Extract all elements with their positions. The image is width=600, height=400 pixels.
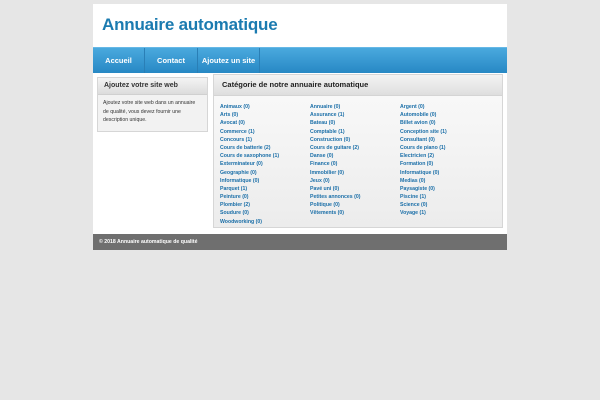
category-link[interactable]: Argent (0)	[400, 103, 488, 111]
category-link[interactable]: Immobilier (0)	[310, 169, 398, 177]
category-link[interactable]: Woodworking (0)	[220, 218, 308, 226]
main-nav: Accueil Contact Ajoutez un site	[93, 47, 507, 73]
category-link[interactable]: Conception site (1)	[400, 128, 488, 136]
category-link[interactable]: Exterminateur (0)	[220, 160, 308, 168]
category-link[interactable]: Geographie (0)	[220, 169, 308, 177]
page-container: Annuaire automatique Accueil Contact Ajo…	[93, 4, 507, 250]
category-link[interactable]: Voyage (1)	[400, 209, 488, 217]
category-link[interactable]: Concours (1)	[220, 136, 308, 144]
categories-title: Catégorie de notre annuaire automatique	[214, 75, 502, 96]
sidebar-add-site-box: Ajoutez votre site web Ajoutez votre sit…	[97, 77, 208, 132]
nav-home[interactable]: Accueil	[93, 48, 145, 73]
category-link[interactable]: Automobile (0)	[400, 111, 488, 119]
category-link[interactable]: Cours de saxophone (1)	[220, 152, 308, 160]
categories-panel: Catégorie de notre annuaire automatique …	[213, 74, 503, 228]
category-link[interactable]: Petites annonces (0)	[310, 193, 398, 201]
category-column-2: Annuaire (0) Assurance (1) Bateau (0) Compt…	[310, 103, 398, 218]
category-link[interactable]: Annuaire (0)	[310, 103, 398, 111]
category-link[interactable]: Finance (0)	[310, 160, 398, 168]
footer: © 2018 Annuaire automatique de qualité	[93, 234, 507, 250]
category-link[interactable]: Informatique (0)	[220, 177, 308, 185]
category-link[interactable]: Plombier (2)	[220, 201, 308, 209]
category-link[interactable]: Construction (0)	[310, 136, 398, 144]
sidebar-title: Ajoutez votre site web	[98, 78, 207, 95]
category-link[interactable]: Assurance (1)	[310, 111, 398, 119]
category-link[interactable]: Science (0)	[400, 201, 488, 209]
category-link[interactable]: Danse (0)	[310, 152, 398, 160]
category-link[interactable]: Avocat (0)	[220, 119, 308, 127]
category-link[interactable]: Cours de batterie (2)	[220, 144, 308, 152]
category-link[interactable]: Arts (0)	[220, 111, 308, 119]
category-column-3: Argent (0) Automobile (0) Billet avion (0)…	[400, 103, 488, 218]
category-link[interactable]: Medias (0)	[400, 177, 488, 185]
category-link[interactable]: Politique (0)	[310, 201, 398, 209]
category-link[interactable]: Informatique (0)	[400, 169, 488, 177]
category-link[interactable]: Jeux (0)	[310, 177, 398, 185]
footer-copyright: © 2018 Annuaire automatique de qualité	[99, 239, 198, 245]
category-link[interactable]: Cours de piano (1)	[400, 144, 488, 152]
category-link[interactable]: Soudure (0)	[220, 209, 308, 217]
category-link[interactable]: Billet avion (0)	[400, 119, 488, 127]
category-link[interactable]: Vêtements (0)	[310, 209, 398, 217]
category-link[interactable]: Consultant (0)	[400, 136, 488, 144]
nav-contact[interactable]: Contact	[145, 48, 198, 73]
category-link[interactable]: Electricien (2)	[400, 152, 488, 160]
category-link[interactable]: Peinture (0)	[220, 193, 308, 201]
nav-add-site[interactable]: Ajoutez un site	[198, 48, 260, 73]
category-link[interactable]: Comptable (1)	[310, 128, 398, 136]
category-link[interactable]: Piscine (1)	[400, 193, 488, 201]
site-title[interactable]: Annuaire automatique	[102, 15, 278, 35]
category-link[interactable]: Paysagiste (0)	[400, 185, 488, 193]
category-link[interactable]: Bateau (0)	[310, 119, 398, 127]
category-link[interactable]: Formation (0)	[400, 160, 488, 168]
category-link[interactable]: Pavé uni (0)	[310, 185, 398, 193]
category-column-1: Animaux (0) Arts (0) Avocat (0) Commerce (1…	[220, 103, 308, 226]
category-link[interactable]: Commerce (1)	[220, 128, 308, 136]
sidebar-description: Ajoutez votre site web dans un annuaire …	[103, 100, 196, 124]
category-link[interactable]: Cours de guitare (2)	[310, 144, 398, 152]
category-link[interactable]: Animaux (0)	[220, 103, 308, 111]
category-link[interactable]: Parquet (1)	[220, 185, 308, 193]
